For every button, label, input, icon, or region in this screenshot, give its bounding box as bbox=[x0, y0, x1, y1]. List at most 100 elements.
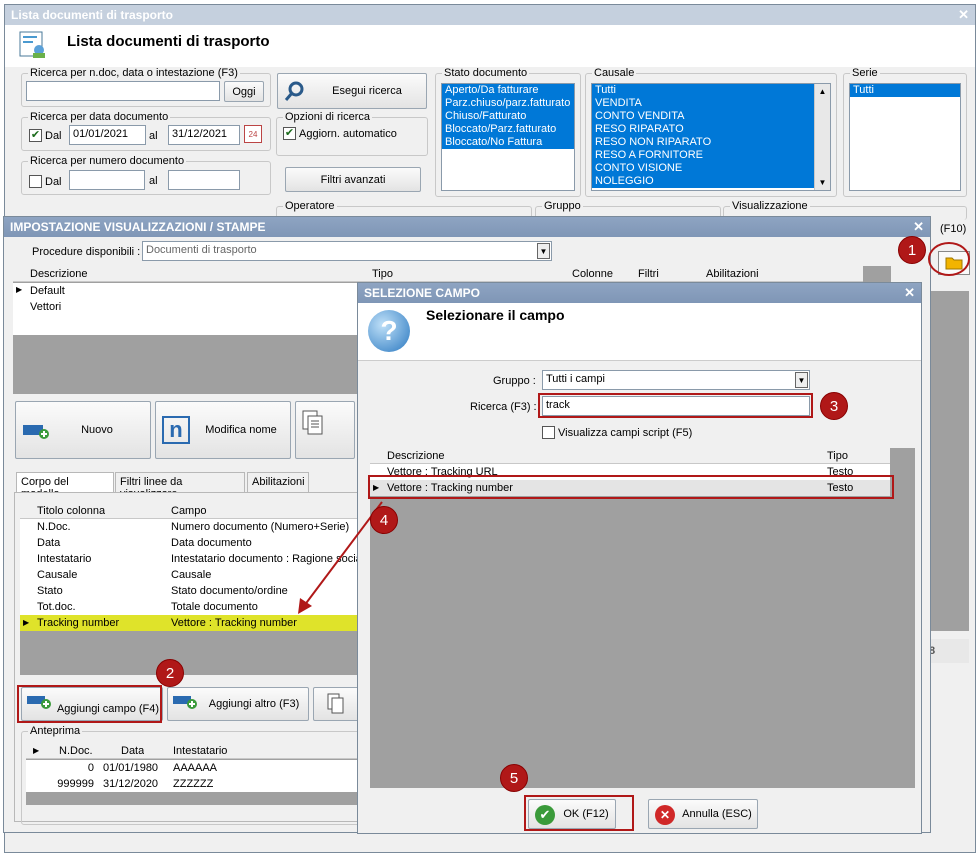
script-fields-label: Visualizza campi script (F5) bbox=[558, 427, 693, 439]
tab-abilitazioni[interactable]: Abilitazioni bbox=[247, 472, 309, 492]
tab-corpo-modello[interactable]: Corpo del modello bbox=[16, 472, 114, 500]
fields-select-grid: Descrizione Tipo Vettore : Tracking URL … bbox=[370, 448, 915, 788]
search-text-input[interactable] bbox=[26, 81, 220, 101]
causale-scrollbar[interactable]: ▲ ▼ bbox=[814, 84, 830, 190]
field-title: Tot.doc. bbox=[37, 601, 76, 613]
causale-item[interactable]: CONTO VENDITA bbox=[592, 110, 814, 123]
causale-list[interactable]: Tutti VENDITA CONTO VENDITA RESO RIPARAT… bbox=[591, 83, 831, 191]
add-icon bbox=[23, 425, 49, 439]
number-al-label: al bbox=[149, 175, 158, 187]
rename-button[interactable]: n Modifica nome bbox=[155, 401, 291, 459]
causale-item[interactable]: RESO NON RIPARATO bbox=[592, 136, 814, 149]
col-tipo: Tipo bbox=[372, 268, 393, 280]
callout-2: 2 bbox=[156, 659, 184, 687]
field-title: N.Doc. bbox=[37, 521, 71, 533]
field-title: Data bbox=[37, 537, 61, 549]
callout-5: 5 bbox=[500, 764, 528, 792]
main-title: Lista documenti di trasporto bbox=[11, 8, 174, 22]
search-label: Ricerca (F3) : bbox=[470, 401, 537, 413]
group-select[interactable]: Tutti i campi bbox=[542, 370, 810, 390]
tab-strip: Corpo del modello Filtri linee da visual… bbox=[16, 472, 360, 500]
number-from-input[interactable] bbox=[69, 170, 145, 190]
serie-list[interactable]: Tutti bbox=[849, 83, 961, 191]
add-other-icon bbox=[173, 696, 197, 709]
callout-3: 3 bbox=[820, 392, 848, 420]
procedures-label: Procedure disponibili : bbox=[32, 246, 141, 258]
number-to-input[interactable] bbox=[168, 170, 240, 190]
close-icon[interactable]: ✕ bbox=[913, 219, 924, 235]
copy-field-button[interactable] bbox=[313, 687, 359, 721]
add-other-label: Aggiungi altro (F3) bbox=[208, 698, 300, 710]
preview-name: ZZZZZZ bbox=[173, 778, 214, 790]
status-item[interactable]: Aperto/Da fatturare bbox=[442, 84, 574, 97]
settings-title: IMPOSTAZIONE VISUALIZZAZIONI / STAMPE bbox=[10, 220, 266, 234]
calendar-icon[interactable]: 24 bbox=[244, 125, 262, 143]
col-descrizione: Descrizione bbox=[30, 268, 88, 280]
table-row[interactable]: 0 01/01/1980 AAAAAA bbox=[26, 760, 360, 776]
status-item[interactable]: Bloccato/No Fattura bbox=[442, 136, 574, 149]
status-item[interactable]: Bloccato/Parz.fatturato bbox=[442, 123, 574, 136]
status-list[interactable]: Aperto/Da fatturare Parz.chiuso/parz.fat… bbox=[441, 83, 575, 191]
preview-grid-header: ▶ N.Doc. Data Intestatario bbox=[26, 743, 360, 759]
preview-date: 01/01/1980 bbox=[103, 762, 159, 774]
script-fields-checkbox[interactable] bbox=[542, 426, 555, 439]
add-other-button[interactable]: Aggiungi altro (F3) bbox=[167, 687, 309, 721]
callout-box-add-field bbox=[17, 685, 162, 723]
f10-label: (F10) bbox=[940, 223, 967, 235]
cancel-icon: ✕ bbox=[655, 805, 675, 825]
page-title: Lista documenti di trasporto bbox=[67, 33, 270, 50]
al-label: al bbox=[149, 130, 158, 142]
copy-button[interactable] bbox=[295, 401, 355, 459]
status-item[interactable]: Chiuso/Fatturato bbox=[442, 110, 574, 123]
date-from-input[interactable]: 01/01/2021 bbox=[69, 125, 146, 145]
causale-item[interactable]: RESO RIPARATO bbox=[592, 123, 814, 136]
row-label: Vettori bbox=[30, 301, 62, 313]
date-to-input[interactable]: 31/12/2021 bbox=[168, 125, 240, 145]
col-campo: Campo bbox=[171, 505, 207, 517]
today-button[interactable]: Oggi bbox=[224, 81, 264, 102]
row-pointer-icon: ▶ bbox=[23, 618, 30, 627]
serie-item[interactable]: Tutti bbox=[850, 84, 960, 97]
copy-icon bbox=[327, 693, 344, 714]
run-search-button[interactable]: Esegui ricerca bbox=[277, 73, 427, 109]
scroll-down-icon[interactable]: ▼ bbox=[815, 175, 830, 190]
preview-num: 0 bbox=[87, 762, 94, 774]
causale-item[interactable]: Tutti bbox=[592, 84, 814, 97]
col-descrizione: Descrizione bbox=[387, 450, 445, 462]
chevron-down-icon[interactable]: ▼ bbox=[795, 372, 808, 388]
col-filtri: Filtri bbox=[638, 268, 659, 280]
row-pointer-icon: ▶ bbox=[16, 285, 23, 294]
causale-item[interactable]: NOLEGGIO bbox=[592, 175, 814, 188]
callout-box-folder bbox=[928, 242, 970, 276]
new-button[interactable]: Nuovo bbox=[15, 401, 151, 459]
number-checkbox[interactable] bbox=[29, 175, 42, 188]
close-icon[interactable]: ✕ bbox=[904, 285, 915, 301]
causale-item[interactable]: VENDITA bbox=[592, 97, 814, 110]
col-ndoc: N.Doc. bbox=[59, 745, 93, 757]
date-from-checkbox[interactable]: ✔ bbox=[29, 129, 42, 142]
cancel-button-label: Annulla (ESC) bbox=[682, 808, 752, 820]
col-colonne: Colonne bbox=[572, 268, 613, 280]
cancel-button[interactable]: ✕ Annulla (ESC) bbox=[648, 799, 758, 829]
callout-1: 1 bbox=[898, 236, 926, 264]
table-row[interactable]: 999999 31/12/2020 ZZZZZZ bbox=[26, 776, 360, 792]
col-intestatario: Intestatario bbox=[173, 745, 228, 757]
col-data: Data bbox=[121, 745, 145, 757]
causale-item[interactable]: RESO A FORNITORE bbox=[592, 149, 814, 162]
search-icon bbox=[284, 81, 304, 101]
scroll-up-icon[interactable]: ▲ bbox=[815, 84, 830, 99]
select-field-dialog: SELEZIONE CAMPO ✕ ? Selezionare il campo… bbox=[357, 282, 922, 834]
advanced-filters-button[interactable]: Filtri avanzati bbox=[285, 167, 421, 192]
col-titolo: Titolo colonna bbox=[37, 505, 106, 517]
auto-update-checkbox[interactable]: ✔ bbox=[283, 127, 296, 140]
document-list-icon bbox=[19, 31, 45, 58]
status-item[interactable]: Parz.chiuso/parz.fatturato bbox=[442, 97, 574, 110]
tab-filtri-linee[interactable]: Filtri linee da visualizzare bbox=[115, 472, 245, 500]
rename-button-label: Modifica nome bbox=[205, 424, 277, 436]
select-field-title: SELEZIONE CAMPO bbox=[364, 286, 481, 300]
procedures-select[interactable]: Documenti di trasporto bbox=[142, 241, 552, 261]
chevron-down-icon[interactable]: ▼ bbox=[537, 243, 550, 259]
question-icon: ? bbox=[368, 310, 410, 352]
causale-item[interactable]: CONTO VISIONE bbox=[592, 162, 814, 175]
close-icon[interactable]: ✕ bbox=[958, 7, 969, 23]
